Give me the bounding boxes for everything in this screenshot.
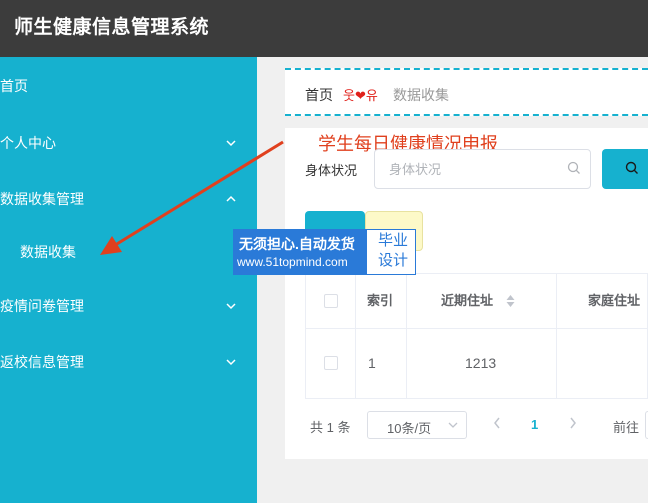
page-size-select[interactable]: 10条/页	[367, 411, 467, 439]
watermark-badge: 无须担心.自动发货 www.51topmind.com 毕业 设计	[233, 229, 416, 275]
app-header: 师生健康信息管理系统	[0, 0, 648, 57]
sidebar-item-label: 返校信息管理	[0, 354, 84, 370]
table-header-home-address: 家庭住址	[588, 293, 641, 308]
sidebar-item-label: 疫情问卷管理	[0, 298, 84, 314]
chevron-up-icon	[226, 195, 236, 202]
sidebar-subitem-data-collection[interactable]: 数据收集	[0, 237, 257, 267]
table-header-index: 索引	[367, 293, 394, 308]
sidebar-item-data-collection-mgmt[interactable]: 数据收集管理	[0, 184, 257, 214]
table-divider	[556, 274, 557, 398]
pagination-total: 共 1 条	[310, 420, 351, 435]
sidebar-item-label: 首页	[0, 78, 28, 94]
chevron-down-icon	[448, 422, 458, 428]
watermark-line1: 无须担心.自动发货	[239, 236, 355, 252]
sidebar-item-return-school-mgmt[interactable]: 返校信息管理	[0, 347, 257, 377]
sidebar: 首页 个人中心 数据收集管理 数据收集 疫情问卷管理 返校信息管理	[0, 57, 257, 503]
watermark-line2: www.51topmind.com	[237, 255, 348, 269]
data-table: 索引 近期住址 家庭住址 1 1213	[305, 273, 648, 399]
table-cell-recent-address: 1213	[465, 355, 497, 371]
next-page-icon[interactable]	[569, 416, 577, 430]
table-cell-index: 1	[368, 355, 376, 371]
page-number[interactable]: 1	[531, 417, 538, 432]
watermark-right-line1: 毕业	[377, 232, 408, 249]
sidebar-item-home[interactable]: 首页	[0, 71, 257, 101]
search-field[interactable]	[374, 149, 591, 189]
sort-icon[interactable]	[506, 295, 515, 307]
table-divider	[355, 274, 356, 398]
select-all-checkbox[interactable]	[324, 294, 338, 308]
chevron-down-icon	[226, 359, 236, 366]
goto-label: 前往	[613, 420, 640, 435]
breadcrumb-separator: 웃❤유	[343, 88, 378, 103]
breadcrumb-current: 数据收集	[393, 87, 449, 103]
search-icon	[625, 161, 638, 174]
search-button[interactable]	[602, 149, 648, 189]
watermark-right-line2: 设计	[377, 252, 408, 269]
table-divider	[406, 274, 407, 398]
page-size-value: 10条/页	[387, 421, 432, 436]
pagination: 共 1 条 10条/页 1 前往	[305, 411, 648, 439]
watermark-left: 无须担心.自动发货 www.51topmind.com	[234, 230, 367, 274]
search-icon	[567, 161, 580, 174]
breadcrumb: 首页 웃❤유 数据收集	[285, 68, 648, 116]
sidebar-item-epidemic-survey-mgmt[interactable]: 疫情问卷管理	[0, 291, 257, 321]
prev-page-icon[interactable]	[493, 416, 501, 430]
chevron-down-icon	[226, 303, 236, 310]
chevron-down-icon	[226, 140, 236, 147]
table-header-recent-address[interactable]: 近期住址	[441, 274, 493, 328]
row-checkbox[interactable]	[324, 356, 338, 370]
search-label: 身体状况	[305, 163, 358, 178]
sidebar-item-label: 数据收集管理	[0, 191, 84, 207]
sidebar-item-label: 个人中心	[0, 135, 56, 151]
app-title: 师生健康信息管理系统	[14, 17, 210, 38]
sidebar-item-personal-center[interactable]: 个人中心	[0, 128, 257, 158]
breadcrumb-home[interactable]: 首页	[305, 85, 333, 105]
search-input[interactable]	[389, 159, 559, 179]
sidebar-item-label: 数据收集	[20, 244, 76, 260]
watermark-right: 毕业 设计	[371, 231, 415, 271]
